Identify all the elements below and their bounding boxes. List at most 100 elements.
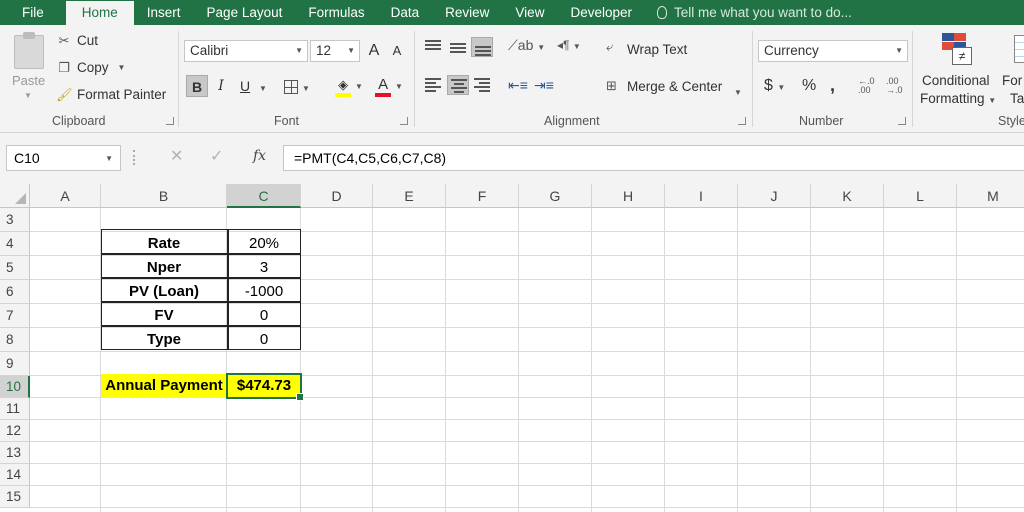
column-header-k[interactable]: K [811,184,884,208]
tab-home[interactable]: Home [65,1,134,25]
tab-formulas[interactable]: Formulas [295,0,377,25]
row-header-12[interactable]: 12 [0,420,30,442]
column-header-i[interactable]: I [665,184,738,208]
decrease-decimal-icon[interactable]: .00 →.0 [886,77,903,95]
row-header-10[interactable]: 10 [0,376,30,398]
cell-c5[interactable]: 3 [227,256,301,279]
cancel-icon[interactable]: ✕ [170,146,183,166]
font-launcher-icon[interactable] [400,117,408,125]
row-header-5[interactable]: 5 [0,256,30,280]
increase-decimal-icon[interactable]: ←.0.00 [858,77,875,95]
shrink-font-button[interactable]: A [388,40,406,62]
tab-review[interactable]: Review [432,0,502,25]
tell-me-search[interactable]: Tell me what you want to do... [645,5,852,20]
paste-dropdown-icon[interactable]: ▼ [24,91,32,100]
name-box[interactable]: C10 ▼ [6,145,121,171]
align-center-button[interactable] [447,75,469,95]
number-format-select[interactable]: Currency ▼ [758,40,908,62]
row-header-15[interactable]: 15 [0,486,30,508]
row-header-9[interactable]: 9 [0,352,30,376]
merge-dropdown-icon[interactable]: ▼ [734,82,742,98]
column-header-a[interactable]: A [30,184,101,208]
insert-function-button[interactable]: fx [253,148,266,164]
paste-icon[interactable] [14,32,44,69]
underline-dropdown-icon[interactable]: ▼ [256,75,270,97]
paste-button[interactable]: Paste [12,73,45,88]
cell-c8[interactable]: 0 [227,328,301,351]
format-painter-button[interactable]: 🖌 Format Painter [56,87,166,102]
align-right-button[interactable] [471,75,493,95]
font-color-button[interactable]: A ▼ [372,73,406,97]
wrap-text-button[interactable]: Wrap Text [627,42,687,57]
align-left-button[interactable] [422,75,444,95]
conditional-formatting-icon[interactable]: ≠ [942,33,972,65]
select-all-button[interactable] [0,184,30,208]
cut-button[interactable]: ✂ Cut [56,33,98,48]
column-header-e[interactable]: E [373,184,446,208]
font-size-select[interactable]: 12 ▼ [310,40,360,62]
row-header-4[interactable]: 4 [0,232,30,256]
cell-b5[interactable]: Nper [101,256,227,279]
row-header-13[interactable]: 13 [0,442,30,464]
row-header-8[interactable]: 8 [0,328,30,352]
format-as-table-button[interactable]: For [1002,73,1022,88]
cell-b8[interactable]: Type [101,328,227,351]
percent-style-button[interactable]: % [802,77,816,95]
italic-button[interactable]: I [210,75,232,97]
column-header-j[interactable]: J [738,184,811,208]
decrease-indent-icon[interactable]: ⇤≡ [508,77,528,94]
tab-page-layout[interactable]: Page Layout [194,0,296,25]
formula-input[interactable]: =PMT(C4,C5,C6,C7,C8) [283,145,1024,171]
cell-c7[interactable]: 0 [227,304,301,327]
enter-check-icon[interactable]: ✓ [210,146,223,166]
row-header-11[interactable]: 11 [0,398,30,420]
worksheet-grid[interactable]: ABCDEFGHIJKLM 3 4 5 6 7 8 9 10 11 12 13 14 15 Rate 20… [0,184,1024,512]
clipboard-launcher-icon[interactable] [166,117,174,125]
orientation-icon[interactable]: ⟋ab ▼ [508,37,545,54]
tab-data[interactable]: Data [378,0,433,25]
increase-indent-icon[interactable]: ⇥≡ [534,77,554,94]
column-header-g[interactable]: G [519,184,592,208]
cell-b7[interactable]: FV [101,304,227,327]
column-header-l[interactable]: L [884,184,957,208]
comma-style-button[interactable]: , [830,75,835,96]
conditional-formatting-button[interactable]: Conditional [922,73,990,88]
cell-c6[interactable]: -1000 [227,280,301,303]
tab-file[interactable]: File [0,0,66,25]
middle-align-button[interactable] [447,37,469,57]
cell-b6[interactable]: PV (Loan) [101,280,227,303]
cell-c4[interactable]: 20% [227,232,301,255]
tab-developer[interactable]: Developer [557,0,645,25]
copy-dropdown-icon[interactable]: ▼ [118,63,126,72]
accounting-format-button[interactable]: $ ▼ [764,77,785,95]
paragraph-direction-icon[interactable]: ◂¶ ▼ [557,38,581,52]
column-header-d[interactable]: D [301,184,373,208]
number-launcher-icon[interactable] [898,117,906,125]
format-as-table-icon[interactable] [1014,35,1024,63]
borders-button[interactable]: ▼ [282,75,312,97]
column-header-b[interactable]: B [101,184,227,208]
alignment-launcher-icon[interactable] [738,117,746,125]
column-header-f[interactable]: F [446,184,519,208]
column-header-m[interactable]: M [957,184,1024,208]
bottom-align-button[interactable] [471,37,493,57]
active-cell-selection[interactable] [226,373,304,401]
cell-b4[interactable]: Rate [101,232,227,255]
row-header-3[interactable]: 3 [0,208,30,232]
column-header-h[interactable]: H [592,184,665,208]
cell-b10[interactable]: Annual Payment [101,374,227,397]
tab-insert[interactable]: Insert [134,0,194,25]
underline-button[interactable]: U [234,75,256,97]
tab-view[interactable]: View [502,0,557,25]
merge-center-button[interactable]: Merge & Center [627,79,722,94]
formula-bar-grip[interactable] [133,150,136,165]
copy-button[interactable]: ❐ Copy ▼ [56,60,125,75]
fill-color-button[interactable]: ◈ ▼ [332,73,366,97]
bold-button[interactable]: B [186,75,208,97]
row-header-7[interactable]: 7 [0,304,30,328]
grow-font-button[interactable]: A [364,40,384,62]
column-header-c[interactable]: C [227,184,301,208]
font-name-select[interactable]: Calibri ▼ [184,40,308,62]
row-header-6[interactable]: 6 [0,280,30,304]
row-header-14[interactable]: 14 [0,464,30,486]
